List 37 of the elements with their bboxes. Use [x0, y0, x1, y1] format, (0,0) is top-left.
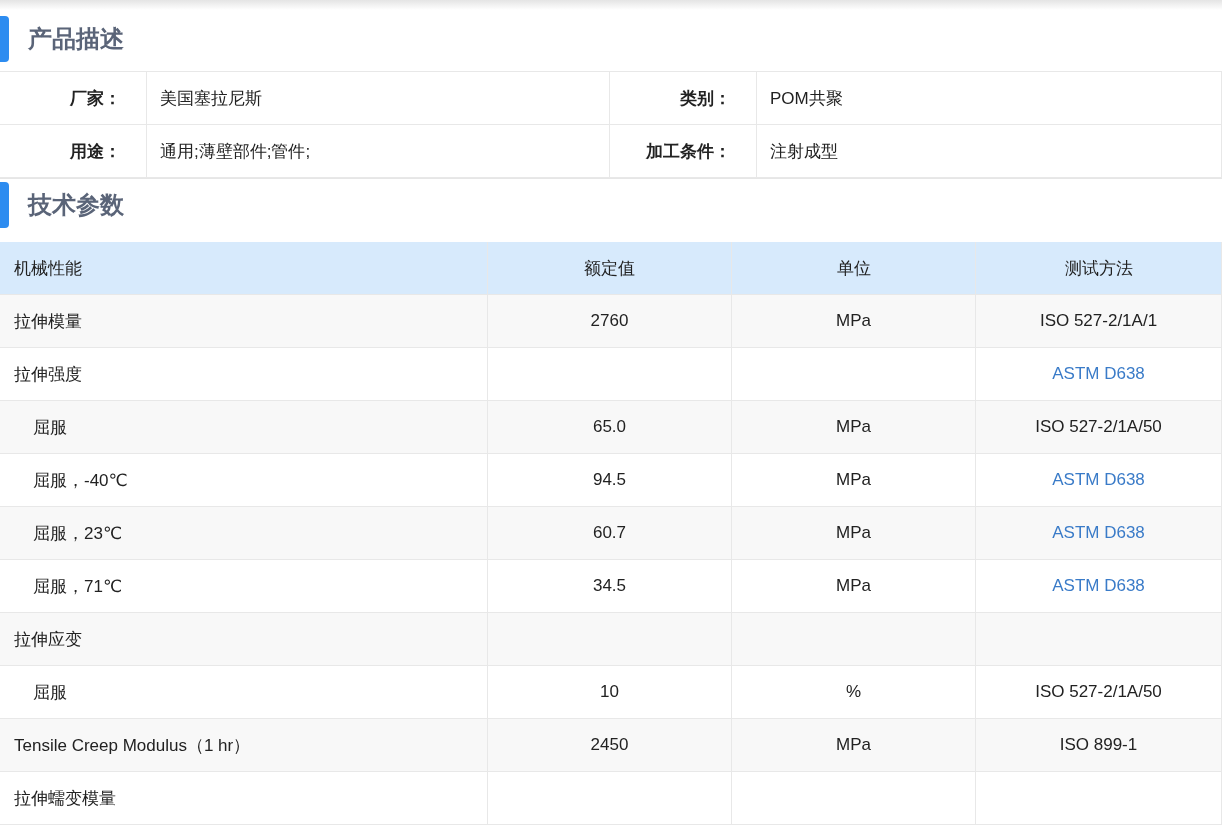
table-cell: ISO 527-2/1A/50: [976, 401, 1222, 454]
section-marker: [0, 16, 9, 62]
table-cell: MPa: [732, 719, 976, 772]
table-cell: 60.7: [488, 507, 732, 560]
column-header: 单位: [732, 242, 976, 295]
table-cell: 屈服，23℃: [0, 507, 488, 560]
section-title: 产品描述: [28, 24, 124, 54]
column-header: 机械性能: [0, 242, 488, 295]
table-cell: MPa: [732, 295, 976, 348]
table-cell: 拉伸应变: [0, 613, 488, 666]
method-link[interactable]: ASTM D638: [1052, 364, 1145, 384]
field-label: 厂家：: [0, 72, 147, 125]
field-label: 类别：: [610, 72, 757, 125]
table-cell: 屈服: [0, 401, 488, 454]
field-value: 注射成型: [757, 125, 1222, 178]
table-cell: 2450: [488, 719, 732, 772]
method-link[interactable]: ASTM D638: [1052, 576, 1145, 596]
section-title: 技术参数: [28, 190, 124, 220]
table-cell: 拉伸模量: [0, 295, 488, 348]
method-link[interactable]: ASTM D638: [1052, 470, 1145, 490]
field-label: 用途：: [0, 125, 147, 178]
table-cell: MPa: [732, 401, 976, 454]
table-cell: MPa: [732, 507, 976, 560]
field-label: 加工条件：: [610, 125, 757, 178]
table-cell: 65.0: [488, 401, 732, 454]
table-cell: Tensile Creep Modulus（1 hr）: [0, 719, 488, 772]
column-header: 额定值: [488, 242, 732, 295]
method-link[interactable]: ASTM D638: [1052, 523, 1145, 543]
column-header: 测试方法: [976, 242, 1222, 295]
field-value: 美国塞拉尼斯: [147, 72, 610, 125]
table-cell: ISO 527-2/1A/1: [976, 295, 1222, 348]
field-value: 通用;薄壁部件;管件;: [147, 125, 610, 178]
table-cell: 拉伸蠕变模量: [0, 772, 488, 825]
table-cell: ISO 899-1: [976, 719, 1222, 772]
table-cell: 2760: [488, 295, 732, 348]
section-marker: [0, 182, 9, 228]
field-value: POM共聚: [757, 72, 1222, 125]
